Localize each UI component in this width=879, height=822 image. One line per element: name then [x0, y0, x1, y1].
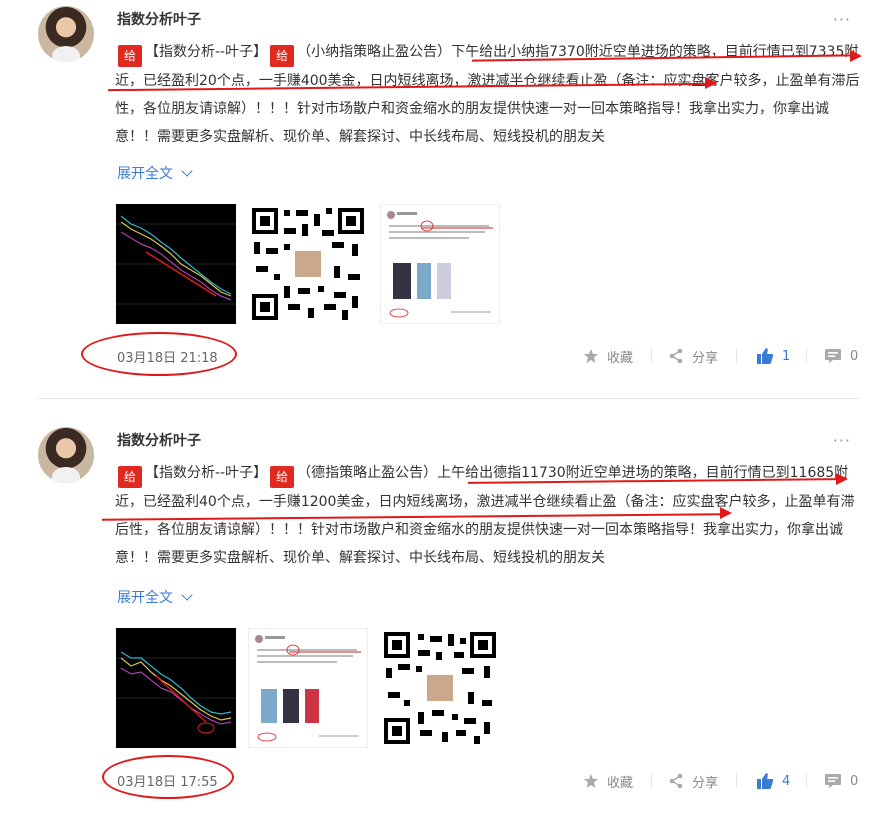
annotation-arrowhead [720, 507, 732, 519]
expand-button[interactable]: 展开全文 [117, 163, 193, 183]
star-icon [584, 774, 598, 788]
share-label: 分享 [692, 775, 719, 791]
comment-button[interactable]: 0 [824, 770, 858, 792]
divider [651, 348, 652, 363]
divider [806, 773, 807, 788]
screenshot-image[interactable] [248, 628, 368, 748]
like-button[interactable]: 4 [756, 770, 790, 792]
gift-tag-icon: 给 [270, 45, 295, 67]
post-divider [38, 398, 860, 399]
chevron-down-icon [181, 589, 193, 601]
more-icon[interactable]: ··· [833, 431, 851, 450]
gift-tag-icon: 给 [270, 466, 295, 488]
thumbs-up-icon [757, 348, 774, 364]
divider [651, 773, 652, 788]
action-bar: 收藏 分享 4 0 [580, 770, 862, 792]
qr-code-image[interactable] [248, 204, 368, 324]
gift-tag-icon: 给 [118, 466, 142, 488]
chart-image[interactable] [116, 628, 236, 748]
like-count: 4 [782, 773, 791, 789]
post-date: 03月18日 21:18 [117, 351, 218, 366]
star-icon [584, 349, 598, 363]
favorite-label: 收藏 [607, 350, 634, 366]
share-icon [669, 773, 683, 789]
avatar[interactable] [38, 6, 94, 62]
gift-tag-icon: 给 [118, 45, 142, 67]
share-button[interactable]: 分享 [668, 345, 718, 367]
avatar[interactable] [38, 427, 94, 483]
chart-image[interactable] [116, 204, 236, 324]
favorite-button[interactable]: 收藏 [583, 345, 633, 367]
feed-post: 指数分析叶子 ··· 给【指数分析--叶子】给（德指策略止盈公告）上午给出德指1… [0, 421, 879, 822]
comment-button[interactable]: 0 [824, 345, 858, 367]
annotation-arrowhead [705, 77, 717, 89]
like-count: 1 [782, 348, 791, 364]
share-label: 分享 [692, 350, 719, 366]
author-name[interactable]: 指数分析叶子 [117, 9, 201, 29]
favorite-button[interactable]: 收藏 [583, 770, 633, 792]
divider [736, 773, 737, 788]
more-icon[interactable]: ··· [833, 10, 851, 29]
qr-code-image[interactable] [380, 628, 500, 748]
divider [736, 348, 737, 363]
screenshot-image[interactable] [380, 204, 500, 324]
post-date: 03月18日 17:55 [117, 775, 218, 790]
like-button[interactable]: 1 [756, 345, 790, 367]
thumbs-up-icon [757, 773, 774, 789]
divider [806, 348, 807, 363]
comment-count: 0 [850, 348, 859, 364]
favorite-label: 收藏 [607, 775, 634, 791]
feed-post: 指数分析叶子 ··· 给【指数分析--叶子】给（小纳指策略止盈公告）下午给出小纳… [0, 0, 879, 398]
comment-icon [825, 774, 841, 788]
action-bar: 收藏 分享 1 0 [580, 345, 862, 367]
author-name[interactable]: 指数分析叶子 [117, 430, 201, 450]
share-button[interactable]: 分享 [668, 770, 718, 792]
chevron-down-icon [181, 165, 193, 177]
expand-button[interactable]: 展开全文 [117, 587, 193, 607]
comment-icon [825, 349, 841, 363]
title-bracket: 【指数分析--叶子】 [145, 465, 268, 481]
expand-label: 展开全文 [117, 590, 173, 606]
annotation-arrowhead [850, 50, 862, 62]
comment-count: 0 [850, 773, 859, 789]
annotation-arrowhead [836, 473, 848, 485]
expand-label: 展开全文 [117, 166, 173, 182]
title-bracket: 【指数分析--叶子】 [145, 44, 268, 60]
share-icon [669, 348, 683, 364]
